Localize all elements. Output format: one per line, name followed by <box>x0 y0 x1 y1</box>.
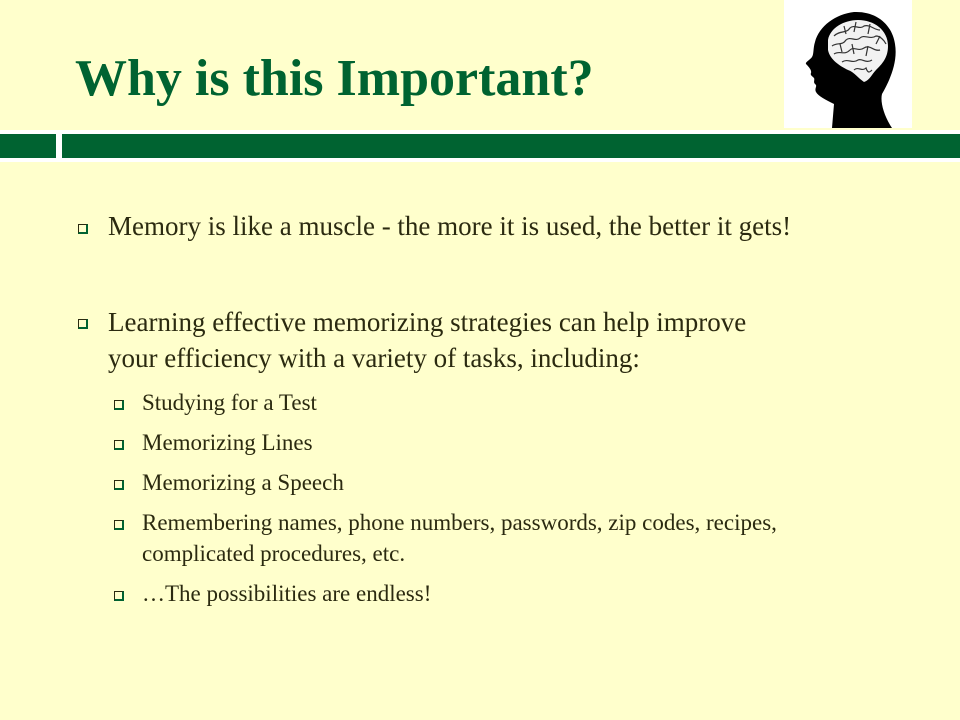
square-bullet-icon <box>114 591 124 601</box>
slide-title: Why is this Important? <box>75 50 594 107</box>
subitem-possibilities: …The possibilities are endless! <box>142 581 432 606</box>
subitem-lines: Memorizing Lines <box>142 430 313 455</box>
square-bullet-icon <box>114 440 124 450</box>
square-bullet-icon <box>114 400 124 410</box>
subitem-speech: Memorizing a Speech <box>142 470 344 495</box>
title-divider-bar <box>62 134 960 158</box>
bullet-learning-strategies-line1: Learning effective memorizing strategies… <box>108 307 747 337</box>
square-bullet-icon <box>114 480 124 490</box>
title-divider-left-block <box>0 134 56 158</box>
square-bullet-icon <box>78 319 88 329</box>
subitem-studying: Studying for a Test <box>142 390 317 415</box>
bullet-learning-strategies-line2: your efficiency with a variety of tasks,… <box>108 343 640 373</box>
subitem-remembering-line2: complicated procedures, etc. <box>142 541 406 566</box>
title-divider-bottom-line <box>0 158 960 162</box>
bullet-memory-muscle: Memory is like a muscle - the more it is… <box>108 211 792 241</box>
square-bullet-icon <box>114 520 124 530</box>
brain-head-icon <box>784 0 912 128</box>
subitem-remembering-line1: Remembering names, phone numbers, passwo… <box>142 510 777 535</box>
square-bullet-icon <box>78 224 88 234</box>
